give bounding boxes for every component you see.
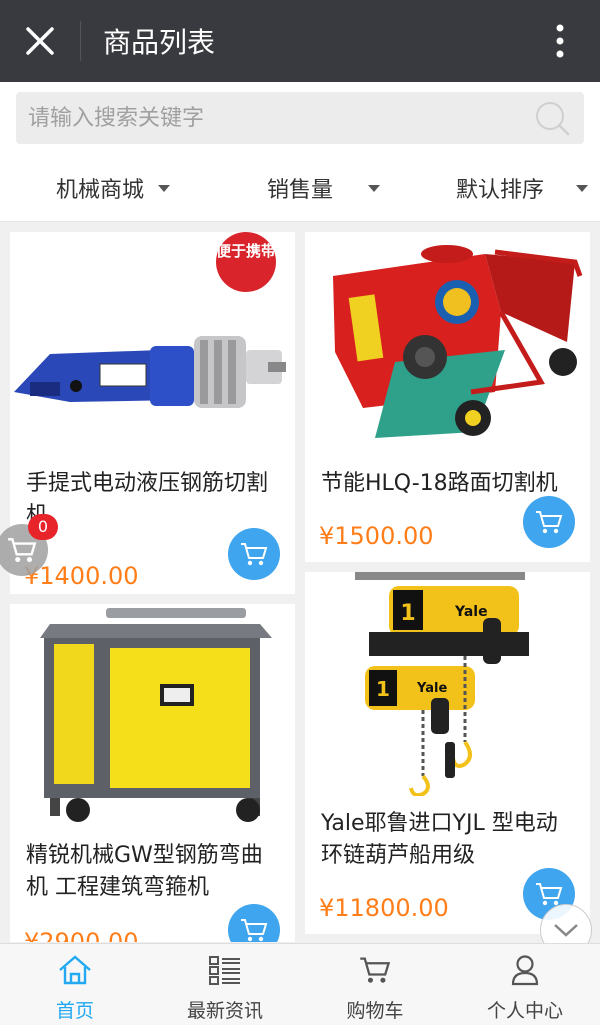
tab-cart[interactable]: 购物车 (300, 944, 450, 1025)
filter-bar: 机械商城 销售量 默认排序 (0, 154, 600, 222)
filter-sales[interactable]: 销售量 (200, 154, 400, 221)
caret-down-icon (158, 185, 170, 192)
tab-label: 首页 (55, 1000, 94, 1022)
tab-profile[interactable]: 个人中心 (450, 944, 600, 1025)
svg-text:1: 1 (400, 601, 415, 626)
product-image[interactable] (10, 604, 295, 828)
home-icon (59, 955, 91, 985)
filter-label: 机械商城 (55, 177, 144, 203)
close-icon (26, 27, 54, 55)
product-name[interactable]: 精锐机械GW型钢筋弯曲机 工程建筑弯箍机 (26, 840, 281, 904)
product-card[interactable]: 便于携带 手提式电动液压钢筋切割机 ¥1400.00 (10, 232, 295, 594)
product-tag-text: 便于携带 (216, 242, 276, 260)
bottom-tab-bar: 首页 最新资讯 购物车 个人中心 (0, 943, 600, 1025)
more-options-button[interactable] (520, 0, 600, 82)
tab-news[interactable]: 最新资讯 (150, 944, 300, 1025)
cart-icon (8, 538, 37, 563)
cart-icon (360, 957, 391, 983)
product-price: ¥1500.00 (319, 522, 434, 550)
close-button[interactable] (0, 0, 80, 82)
search-section (0, 82, 600, 154)
product-card[interactable]: 精锐机械GW型钢筋弯曲机 工程建筑弯箍机 ¥2900.00 (10, 604, 295, 942)
tab-label: 购物车 (346, 1000, 404, 1022)
search-icon[interactable] (532, 98, 572, 138)
cart-icon (536, 511, 563, 534)
tab-label: 最新资讯 (186, 1000, 263, 1022)
chevron-down-icon (554, 924, 578, 937)
product-name[interactable]: 节能HLQ-18路面切割机 (321, 468, 576, 500)
svg-text:Yale: Yale (416, 681, 447, 696)
filter-label: 销售量 (266, 177, 333, 203)
product-name[interactable]: Yale耶鲁进口YJL 型电动环链葫芦船用级 (321, 808, 576, 872)
more-vertical-icon (556, 24, 564, 58)
top-bar: 商品列表 (0, 0, 600, 82)
product-card[interactable]: 1 Yale 1 Yale Yale耶鲁进口YJL 型电动环链葫芦船用级 ¥11… (305, 572, 590, 934)
user-icon (511, 955, 539, 986)
filter-category[interactable]: 机械商城 (0, 154, 200, 221)
header-divider (80, 21, 81, 61)
cart-count-badge: 0 (28, 514, 58, 540)
page-title: 商品列表 (103, 26, 216, 59)
add-to-cart-button[interactable] (523, 496, 575, 548)
add-to-cart-button[interactable] (228, 904, 280, 942)
search-box (16, 92, 584, 144)
svg-text:Yale: Yale (454, 604, 488, 620)
filter-sort[interactable]: 默认排序 (400, 154, 600, 221)
product-card[interactable]: 节能HLQ-18路面切割机 ¥1500.00 (305, 232, 590, 562)
product-price: ¥11800.00 (319, 894, 449, 922)
news-list-icon (209, 956, 240, 985)
caret-down-icon (368, 185, 380, 192)
tab-label: 个人中心 (486, 1000, 563, 1022)
add-to-cart-button[interactable] (228, 528, 280, 580)
product-image[interactable] (305, 232, 590, 456)
cart-icon (241, 543, 268, 566)
tab-home[interactable]: 首页 (0, 944, 150, 1025)
svg-text:1: 1 (376, 677, 390, 701)
product-image[interactable]: 便于携带 (10, 232, 295, 456)
cart-icon (241, 919, 268, 942)
product-name[interactable]: 手提式电动液压钢筋切割机 (26, 468, 281, 532)
search-input[interactable] (16, 92, 516, 144)
product-price: ¥2900.00 (24, 928, 139, 942)
caret-down-icon (576, 185, 588, 192)
product-image[interactable]: 1 Yale 1 Yale (305, 572, 590, 796)
filter-label: 默认排序 (455, 177, 544, 203)
product-grid: 便于携带 手提式电动液压钢筋切割机 ¥1400.00 (0, 222, 600, 942)
